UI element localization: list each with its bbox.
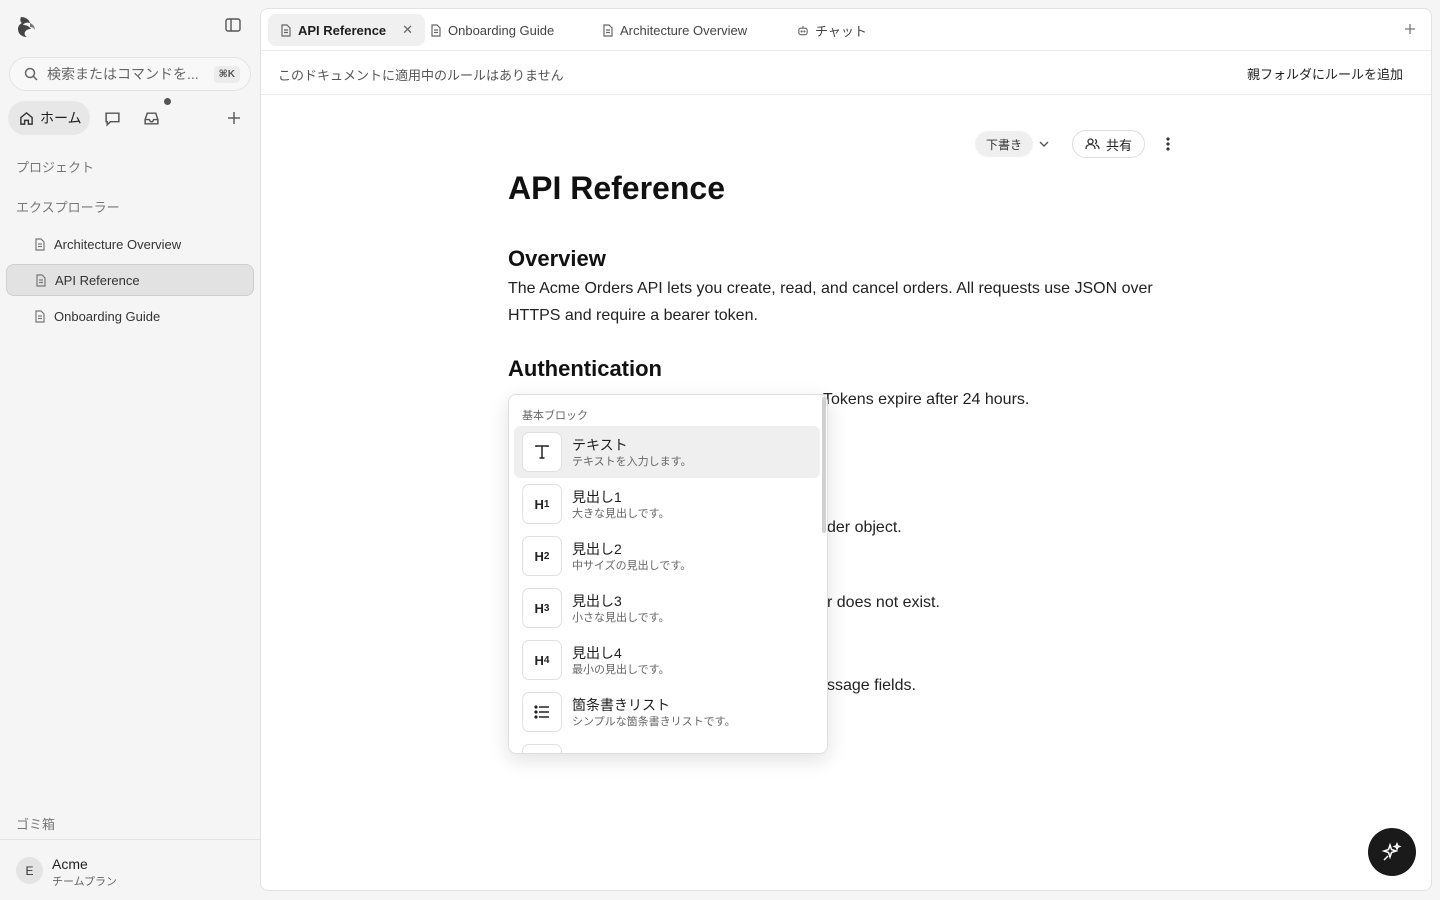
org-plan: チームプラン: [52, 876, 118, 888]
sidebar-item-label: API Reference: [55, 272, 140, 288]
tab-chat[interactable]: チャット: [785, 14, 879, 46]
share-button[interactable]: 共有: [1072, 130, 1146, 158]
overview-paragraph-line-1[interactable]: The Acme Orders API lets you create, rea…: [508, 275, 1153, 302]
menu-item-bullet-list[interactable]: 箇条書きリスト シンプルな箇条書きリストです。: [514, 686, 820, 738]
org-switcher[interactable]: E Acme チームプラン: [0, 839, 260, 900]
doc-icon: [280, 23, 292, 37]
menu-item-label: 見出し3: [572, 593, 622, 609]
users-icon: [1085, 137, 1100, 151]
chevron-down-icon[interactable]: [1037, 137, 1051, 151]
status-dropdown[interactable]: 下書き: [975, 131, 1034, 157]
numbered-list-icon: [522, 744, 562, 753]
add-rule-button[interactable]: 親フォルダにルールを追加: [1247, 64, 1403, 83]
menu-item-label: 箇条書きリスト: [572, 697, 670, 713]
doc-icon: [35, 273, 48, 287]
menu-item-desc: シンプルな箇条書きリストです。: [572, 716, 736, 728]
projects-section-label[interactable]: プロジェクト: [16, 157, 94, 176]
heading-2-icon: H2: [522, 536, 562, 576]
share-label: 共有: [1106, 137, 1133, 153]
heading-1-icon: H1: [522, 484, 562, 524]
menu-scrollbar[interactable]: [822, 397, 826, 533]
text-icon: [522, 432, 562, 472]
doc-icon: [34, 309, 47, 323]
sidebar-item-label: Architecture Overview: [54, 236, 182, 252]
chat-icon[interactable]: [102, 108, 122, 128]
body-text-fragment-1[interactable]: der object.: [827, 514, 902, 541]
menu-item-desc: 最小の見出しです。: [572, 664, 670, 676]
rules-bar: このドキュメントに適用中のルールはありません 親フォルダにルールを追加: [261, 51, 1431, 95]
menu-item-numbered-list[interactable]: [514, 738, 820, 753]
menu-item-label: 見出し4: [572, 645, 622, 661]
menu-item-label: テキスト: [572, 437, 628, 453]
sidebar-item-onboarding-guide[interactable]: Onboarding Guide: [6, 300, 254, 332]
menu-item-desc: 中サイズの見出しです。: [572, 560, 692, 572]
tab-label: チャット: [815, 23, 867, 39]
menu-item-heading-3[interactable]: H3 見出し3 小さな見出しです。: [514, 582, 820, 634]
home-icon: [19, 111, 34, 126]
auth-paragraph-fragment[interactable]: Tokens expire after 24 hours.: [823, 386, 1029, 413]
inbox-unread-dot: [164, 98, 171, 105]
home-button[interactable]: ホーム: [8, 101, 90, 135]
sidebar-item-architecture-overview[interactable]: Architecture Overview: [6, 228, 254, 260]
main-panel: API Reference ✕ Onboarding Guide Archite…: [260, 8, 1432, 891]
menu-item-heading-1[interactable]: H1 見出し1 大きな見出しです。: [514, 478, 820, 530]
slash-command-menu: 基本ブロック テキスト テキストを入力します。 H1 見出し1 大きな見出しです…: [508, 394, 828, 754]
trash-link[interactable]: ゴミ箱: [16, 814, 55, 833]
inbox-icon[interactable]: [141, 108, 161, 128]
doc-icon: [602, 23, 614, 37]
sidebar-toggle-icon[interactable]: [224, 16, 244, 36]
sidebar-nav: ホーム: [8, 98, 252, 135]
bullet-list-icon: [522, 692, 562, 732]
sidebar: ⌘K ホーム プロジェクト エクスプローラー Architecture Over…: [0, 0, 260, 900]
menu-item-desc: テキストを入力します。: [572, 456, 692, 468]
tab-bar: API Reference ✕ Onboarding Guide Archite…: [261, 9, 1431, 51]
search-box[interactable]: ⌘K: [9, 57, 251, 91]
avatar: E: [16, 857, 43, 884]
search-icon: [24, 67, 38, 81]
document-title[interactable]: API Reference: [508, 170, 725, 207]
rules-message: このドキュメントに適用中のルールはありません: [278, 68, 564, 83]
heading-overview[interactable]: Overview: [508, 246, 606, 272]
tab-label: Architecture Overview: [620, 22, 748, 38]
heading-3-icon: H3: [522, 588, 562, 628]
app-logo-icon[interactable]: [16, 14, 40, 38]
menu-item-text[interactable]: テキスト テキストを入力します。: [514, 426, 820, 478]
menu-item-heading-4[interactable]: H4 見出し4 最小の見出しです。: [514, 634, 820, 686]
new-tab-icon[interactable]: [1401, 20, 1419, 38]
menu-item-desc: 小さな見出しです。: [572, 612, 670, 624]
explorer-section-label[interactable]: エクスプローラー: [16, 197, 120, 216]
close-icon[interactable]: ✕: [402, 22, 413, 38]
tab-onboarding-guide[interactable]: Onboarding Guide: [418, 14, 566, 46]
bot-icon: [797, 24, 809, 37]
doc-icon: [34, 237, 47, 251]
sidebar-item-api-reference[interactable]: API Reference: [6, 264, 254, 296]
org-name: Acme: [52, 856, 88, 872]
tab-api-reference[interactable]: API Reference ✕: [268, 14, 426, 46]
tab-architecture-overview[interactable]: Architecture Overview: [590, 14, 759, 46]
menu-item-desc: 大きな見出しです。: [572, 508, 670, 520]
menu-item-label: 見出し1: [572, 489, 622, 505]
heading-4-icon: H4: [522, 640, 562, 680]
doc-icon: [430, 23, 442, 37]
search-shortcut: ⌘K: [213, 65, 240, 83]
body-text-fragment-3[interactable]: ssage fields.: [827, 672, 916, 699]
menu-item-heading-2[interactable]: H2 見出し2 中サイズの見出しです。: [514, 530, 820, 582]
tab-label: Onboarding Guide: [448, 22, 555, 38]
tab-label: API Reference: [298, 22, 387, 38]
sidebar-item-label: Onboarding Guide: [54, 308, 161, 324]
overview-paragraph-line-2[interactable]: HTTPS and require a bearer token.: [508, 302, 758, 329]
add-icon[interactable]: [224, 108, 244, 128]
menu-section-label: 基本ブロック: [522, 410, 588, 422]
search-input[interactable]: [47, 66, 214, 82]
home-label: ホーム: [40, 110, 82, 126]
ai-assistant-button[interactable]: [1368, 828, 1416, 876]
more-options-icon[interactable]: [1159, 135, 1177, 153]
sparkle-icon: [1381, 841, 1403, 863]
heading-authentication[interactable]: Authentication: [508, 356, 662, 382]
menu-item-label: 見出し2: [572, 541, 622, 557]
body-text-fragment-2[interactable]: r does not exist.: [827, 589, 940, 616]
